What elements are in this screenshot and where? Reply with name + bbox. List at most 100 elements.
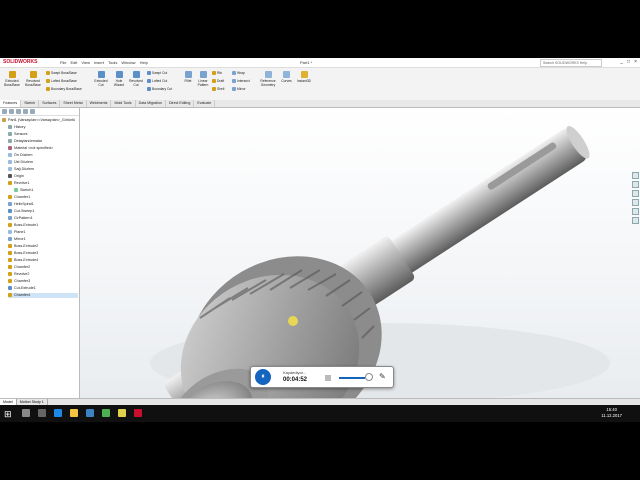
maximize-button[interactable]: □ xyxy=(627,59,630,65)
tree-item[interactable]: Üst Düzlem xyxy=(8,160,33,165)
tab-direct-editing[interactable]: Direct Editing xyxy=(166,100,195,107)
cut-sweep-icon xyxy=(8,209,12,214)
reference-geometry-button[interactable]: Reference Geometry xyxy=(258,71,278,87)
tree-item[interactable]: Boss-Extrude2 xyxy=(8,244,38,249)
swept-boss-button[interactable]: Swept Boss/Base xyxy=(46,71,77,76)
windows-start-icon[interactable]: ⊞ xyxy=(4,409,12,420)
file-explorer-icon[interactable] xyxy=(70,409,78,417)
resources-icon[interactable] xyxy=(632,172,639,179)
configuration-manager-icon[interactable] xyxy=(16,109,21,114)
tree-item-selected[interactable]: Chamfer4 xyxy=(8,293,78,298)
menu-file[interactable]: File xyxy=(60,60,66,65)
tab-mold-tools[interactable]: Mold Tools xyxy=(111,100,136,107)
fillet-button[interactable]: Fillet xyxy=(182,71,194,83)
circular-pattern-icon xyxy=(8,216,12,221)
lofted-cut-button[interactable]: Lofted Cut xyxy=(147,79,167,84)
solidworks-taskbar-icon[interactable] xyxy=(134,409,142,417)
tree-item[interactable]: Detaylandırmalar xyxy=(8,139,42,144)
chrome-icon[interactable] xyxy=(102,409,110,417)
task-view-icon[interactable] xyxy=(38,409,46,417)
tree-item[interactable]: Boss-Extrude1 xyxy=(8,223,38,228)
swept-cut-button[interactable]: Swept Cut xyxy=(147,71,167,76)
hole-wizard-button[interactable]: Hole Wizard xyxy=(111,71,127,87)
appearances-icon[interactable] xyxy=(632,208,639,215)
display-manager-icon[interactable] xyxy=(30,109,35,114)
edge-icon[interactable] xyxy=(54,409,62,417)
tree-item[interactable]: HelixSpiral1 xyxy=(8,202,34,207)
tree-item[interactable]: Boss-Extrude4 xyxy=(8,258,38,263)
tree-item[interactable]: Boss-Extrude3 xyxy=(8,251,38,256)
instant3d-button[interactable]: Instant3D xyxy=(296,71,312,83)
tab-evaluate[interactable]: Evaluate xyxy=(194,100,216,107)
linear-pattern-button[interactable]: Linear Pattern xyxy=(196,71,210,87)
menu-view[interactable]: View xyxy=(81,60,90,65)
tab-data-migration[interactable]: Data Migration xyxy=(136,100,166,107)
shell-icon xyxy=(212,87,216,92)
mirror-button[interactable]: Mirror xyxy=(232,87,246,92)
tab-weldments[interactable]: Weldments xyxy=(87,100,112,107)
pen-icon[interactable]: ✎ xyxy=(379,372,386,381)
revolved-cut-button[interactable]: Revolved Cut xyxy=(128,71,144,87)
sticky-notes-icon[interactable] xyxy=(118,409,126,417)
volume-slider[interactable] xyxy=(339,377,365,379)
system-clock[interactable]: 15:40 11.12.2017 xyxy=(601,407,622,419)
store-icon[interactable] xyxy=(86,409,94,417)
dimxpert-icon[interactable] xyxy=(23,109,28,114)
tree-item[interactable]: Revolve1 xyxy=(8,181,29,186)
tree-item[interactable]: Ön Düzlem xyxy=(8,153,32,158)
custom-properties-icon[interactable] xyxy=(632,217,639,224)
menu-help[interactable]: Help xyxy=(140,60,148,65)
tree-item[interactable]: Sketch1 xyxy=(14,188,33,193)
close-button[interactable]: × xyxy=(634,59,637,65)
tree-item[interactable]: Plane1 xyxy=(8,230,25,235)
tree-item[interactable]: Material <not specified> xyxy=(8,146,53,151)
tree-item[interactable]: Sensors xyxy=(8,132,28,137)
wrap-button[interactable]: Wrap xyxy=(232,71,245,76)
extruded-boss-button[interactable]: Extruded Boss/Base xyxy=(3,71,21,87)
tree-item[interactable]: Cut-Extrude1 xyxy=(8,286,36,291)
curves-button[interactable]: Curves xyxy=(280,71,293,83)
menu-tools[interactable]: Tools xyxy=(108,60,117,65)
boundary-cut-button[interactable]: Boundary Cut xyxy=(147,87,172,92)
view-palette-icon[interactable] xyxy=(632,199,639,206)
search-icon[interactable] xyxy=(22,409,30,417)
design-library-icon[interactable] xyxy=(632,181,639,188)
lofted-boss-button[interactable]: Lofted Boss/Base xyxy=(46,79,77,84)
help-search-input[interactable]: Search SOLIDWORKS Help xyxy=(540,59,602,67)
menu-window[interactable]: Window xyxy=(121,60,135,65)
rib-button[interactable]: Rib xyxy=(212,71,222,76)
tab-features[interactable]: Features xyxy=(0,100,22,107)
menu-insert[interactable]: Insert xyxy=(94,60,104,65)
tree-item[interactable]: Mirror1 xyxy=(8,237,26,242)
sketch-icon xyxy=(14,188,18,193)
shell-button[interactable]: Shell xyxy=(212,87,224,92)
menu-edit[interactable]: Edit xyxy=(70,60,77,65)
tree-item[interactable]: Sağ Düzlem xyxy=(8,167,34,172)
tab-sheet-metal[interactable]: Sheet Metal xyxy=(60,100,87,107)
pause-icon[interactable]: ⏸ xyxy=(255,369,271,385)
tree-item[interactable]: CirPattern1 xyxy=(8,216,33,221)
tree-item[interactable]: Chamfer2 xyxy=(8,265,30,270)
tree-item[interactable]: History xyxy=(8,125,25,130)
tab-surfaces[interactable]: Surfaces xyxy=(39,100,61,107)
stop-icon[interactable] xyxy=(325,375,331,381)
tree-item[interactable]: Revolve2 xyxy=(8,272,29,277)
minimize-button[interactable]: _ xyxy=(620,59,623,65)
boundary-boss-button[interactable]: Boundary Boss/Base xyxy=(46,87,82,92)
sweep-icon xyxy=(46,71,50,76)
tab-sketch[interactable]: Sketch xyxy=(21,100,40,107)
tree-item[interactable]: Origin xyxy=(8,174,24,179)
intersect-button[interactable]: Intersect xyxy=(232,79,250,84)
webcam-icon[interactable] xyxy=(365,373,373,381)
graphics-area[interactable] xyxy=(80,108,640,398)
tree-item[interactable]: Chamfer3 xyxy=(8,279,30,284)
extruded-cut-button[interactable]: Extruded Cut xyxy=(92,71,110,87)
draft-button[interactable]: Draft xyxy=(212,79,224,84)
revolved-boss-button[interactable]: Revolved Boss/Base xyxy=(24,71,42,87)
file-explorer-icon[interactable] xyxy=(632,190,639,197)
property-manager-icon[interactable] xyxy=(9,109,14,114)
tree-item[interactable]: Chamfer1 xyxy=(8,195,30,200)
tree-item[interactable]: Cut-Sweep1 xyxy=(8,209,34,214)
tree-root[interactable]: Part1 (Varsayılan<<Varsayılan>_Görüntü xyxy=(2,118,75,123)
feature-manager-icon[interactable] xyxy=(2,109,7,114)
